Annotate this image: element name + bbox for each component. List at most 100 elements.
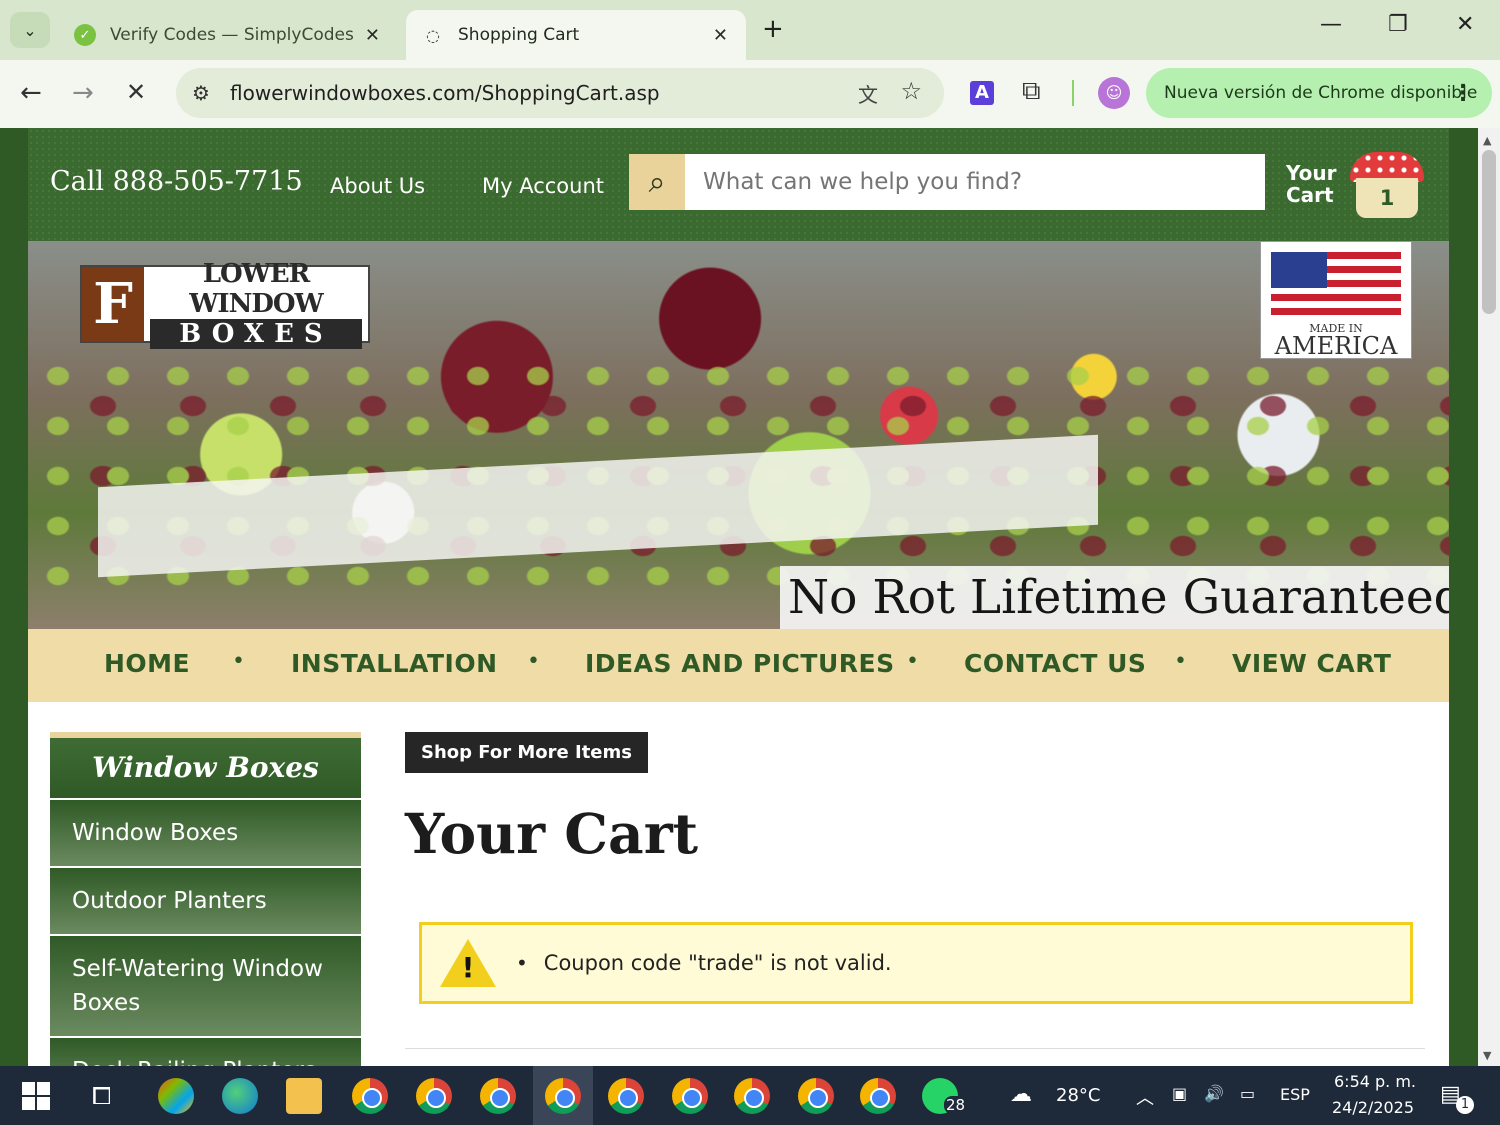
page-content: Window Boxes Window Boxes Outdoor Plante… [28,702,1449,1066]
search-button[interactable]: ⌕ [629,154,685,210]
phone-number[interactable]: Call 888-505-7715 [50,166,303,197]
simplycodes-favicon-icon: ✓ [74,24,96,46]
temperature[interactable]: 28°C [1056,1085,1100,1106]
chrome-profile-icon[interactable] [672,1078,708,1114]
chrome-profile-icon[interactable] [480,1078,516,1114]
close-tab-icon[interactable]: ✕ [365,25,380,46]
task-view-icon[interactable]: ⧠ [92,1082,111,1110]
back-button[interactable]: ← [20,78,42,108]
close-window-button[interactable]: ✕ [1456,12,1474,37]
category-sidebar: Window Boxes Window Boxes Outdoor Plante… [50,732,361,1066]
profile-avatar[interactable]: ☺ [1098,77,1130,109]
chevron-up-icon[interactable]: ︿ [1136,1084,1154,1110]
chrome-active-icon[interactable] [545,1078,581,1114]
cart-count: 1 [1356,178,1418,218]
url-text[interactable]: flowerwindowboxes.com/ShoppingCart.asp [230,81,660,105]
nav-view-cart[interactable]: VIEW CART [1232,649,1391,678]
nav-separator: • [1174,649,1187,674]
clock-time[interactable]: 6:54 p. m. [1334,1072,1416,1091]
sidebar-item-self-watering[interactable]: Self-Watering Window Boxes [50,936,361,1036]
nav-contact-us[interactable]: CONTACT US [964,649,1146,678]
sidebar-item-deck-railing[interactable]: Deck Railing Planters [50,1038,361,1066]
page-title: Your Cart [405,801,699,866]
stop-loading-button[interactable]: ✕ [126,78,146,106]
edge-icon[interactable] [222,1078,258,1114]
alert-bullet: • [516,951,528,975]
weather-icon[interactable]: ☁ [1010,1082,1032,1107]
sidebar-item-window-boxes[interactable]: Window Boxes [50,800,361,866]
cart-basket-icon[interactable]: 1 [1346,152,1428,222]
page-scrollbar[interactable]: ▲ ▼ [1478,128,1500,1066]
toolbar-divider [1072,80,1074,106]
loading-favicon-icon: ◌ [426,25,440,45]
warning-icon: ! [440,939,496,987]
meet-icon[interactable]: ▣ [1172,1084,1187,1103]
nav-separator: • [232,649,245,674]
address-bar[interactable]: ⚙ flowerwindowboxes.com/ShoppingCart.asp… [176,68,944,118]
scroll-down-icon[interactable]: ▼ [1483,1049,1491,1062]
site-logo[interactable]: F LOWER WINDOW BOXES [80,259,370,349]
hero-banner: F LOWER WINDOW BOXES MADE IN AMERICA No … [28,241,1449,629]
browser-toolbar: ← → ✕ ⚙ flowerwindowboxes.com/ShoppingCa… [0,60,1500,128]
chrome-profile-icon[interactable] [798,1078,834,1114]
tab-strip: ⌄ ✓ Verify Codes — SimplyCodes ✕ ◌ Shopp… [0,0,1500,60]
cart-main: Shop For More Items Your Cart ! • Coupon… [405,732,1435,1049]
cart-label-line1: Your [1286,161,1337,185]
search-input[interactable] [685,154,1265,210]
extensions-puzzle-icon[interactable]: ⧉ [1022,76,1041,107]
restore-button[interactable]: ❐ [1388,12,1408,37]
tab-search-button[interactable]: ⌄ [10,12,50,48]
nav-installation[interactable]: INSTALLATION [291,649,498,678]
bookmark-star-icon[interactable]: ☆ [900,77,922,105]
tab-title: Verify Codes — SimplyCodes [110,25,354,45]
volume-icon[interactable]: 🔊 [1204,1084,1224,1103]
nav-home[interactable]: HOME [104,649,190,678]
about-us-link[interactable]: About Us [330,174,425,198]
logo-initial: F [82,267,144,341]
sidebar-item-outdoor-planters[interactable]: Outdoor Planters [50,868,361,934]
language-indicator[interactable]: ESP [1280,1085,1310,1104]
logo-line1: LOWER WINDOW [189,259,324,319]
tab-shopping-cart[interactable]: ◌ Shopping Cart ✕ [406,10,746,60]
translate-icon[interactable]: 文 [858,79,878,108]
tab-title: Shopping Cart [458,25,580,45]
search-icon: ⌕ [648,164,666,200]
chrome-profile-icon[interactable] [860,1078,896,1114]
site-header: Call 888-505-7715 About Us My Account ⌕ … [28,128,1449,241]
extension-a-icon[interactable]: A [970,81,994,105]
page-viewport: Call 888-505-7715 About Us My Account ⌕ … [0,128,1478,1066]
your-cart-label[interactable]: Your Cart [1286,162,1337,206]
my-account-link[interactable]: My Account [482,174,604,198]
scroll-up-icon[interactable]: ▲ [1483,134,1491,147]
shop-more-button[interactable]: Shop For More Items [405,732,648,773]
tab-simplycodes[interactable]: ✓ Verify Codes — SimplyCodes ✕ [58,10,398,60]
site-info-icon[interactable]: ⚙ [192,81,210,105]
made-in-america-badge: MADE IN AMERICA [1260,241,1412,359]
new-tab-button[interactable]: + [762,14,784,44]
copilot-icon[interactable] [158,1078,194,1114]
chrome-profile-icon[interactable] [352,1078,388,1114]
us-flag-icon [1271,252,1401,318]
minimize-button[interactable]: — [1320,12,1342,37]
badge-line2: AMERICA [1274,332,1398,360]
whatsapp-badge: 28 [944,1096,968,1114]
clock-date[interactable]: 24/2/2025 [1332,1098,1414,1117]
close-tab-icon[interactable]: ✕ [713,25,728,46]
alert-message: Coupon code "trade" is not valid. [543,951,892,975]
chrome-profile-icon[interactable] [734,1078,770,1114]
sidebar-heading: Window Boxes [50,732,361,798]
scrollbar-thumb[interactable] [1482,150,1496,314]
chrome-profile-icon[interactable] [416,1078,452,1114]
network-icon[interactable]: ▭ [1240,1084,1255,1103]
more-menu-icon[interactable]: ⋮ [1452,81,1474,106]
logo-line2: BOXES [150,319,362,349]
chrome-update-button[interactable]: Nueva versión de Chrome disponible ⋮ [1146,68,1492,118]
coupon-error-alert: ! • Coupon code "trade" is not valid. [419,922,1413,1004]
nav-ideas-and-pictures[interactable]: IDEAS AND PICTURES [585,649,895,678]
windows-start-icon[interactable] [22,1082,50,1110]
chrome-profile-icon[interactable] [608,1078,644,1114]
notification-badge: 1 [1456,1096,1474,1114]
divider [405,1048,1425,1049]
file-explorer-icon[interactable] [286,1078,322,1114]
forward-button[interactable]: → [72,78,94,108]
